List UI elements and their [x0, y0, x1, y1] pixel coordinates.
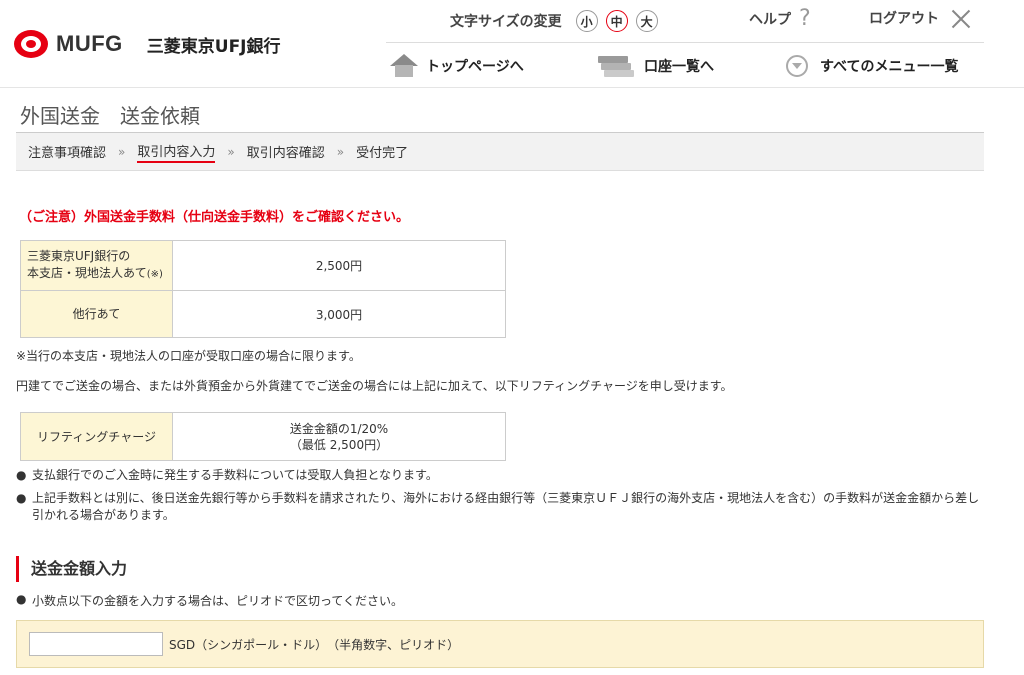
- nav-accounts-link[interactable]: 口座一覧へ: [598, 52, 714, 80]
- lifting-charge-note: 円建てでご送金の場合、または外貨預金から外貨建てでご送金の場合には上記に加えて、…: [16, 379, 733, 393]
- step-content-confirm: 取引内容確認: [246, 146, 325, 161]
- fee-bullets: ● 支払銀行でのご入金時に発生する手数料については受取人負担となります。 ● 上…: [16, 467, 986, 530]
- nav-home-label: トップページへ: [426, 59, 524, 75]
- fee-label-own-branch: 三菱東京UFJ銀行の 本支店・現地法人あて(※): [20, 240, 173, 291]
- step-separator: »: [227, 144, 235, 159]
- mufg-logo-mark-icon: [14, 30, 48, 58]
- fee-value-other-bank: 3,000円: [172, 290, 506, 338]
- step-separator: »: [336, 144, 345, 159]
- bullet-icon: ●: [16, 491, 27, 505]
- amount-input-area: SGD（シンガポール・ドル） （半角数字、ピリオド）: [16, 620, 984, 668]
- nav-divider: [386, 42, 984, 43]
- logout-label: ログアウト: [869, 11, 939, 27]
- nav-all-menu-label: すべてのメニュー一覧: [820, 59, 959, 75]
- page-title: 外国送金 送金依頼: [20, 104, 200, 128]
- table-row: 他行あて 3,000円: [20, 290, 506, 338]
- help-link[interactable]: ヘルプ ?: [749, 8, 811, 30]
- fee-label-line2: 本支店・現地法人あて: [27, 266, 147, 280]
- help-label: ヘルプ: [749, 12, 791, 28]
- bullet-text: 支払銀行でのご入金時に発生する手数料については受取人負担となります。: [32, 468, 438, 482]
- table-row: 三菱東京UFJ銀行の 本支店・現地法人あて(※) 2,500円: [20, 240, 506, 291]
- currency-suffix: SGD（シンガポール・ドル） （半角数字、ピリオド）: [169, 637, 460, 652]
- logout-link[interactable]: ログアウト: [869, 8, 971, 28]
- fee-table: 三菱東京UFJ銀行の 本支店・現地法人あて(※) 2,500円 他行あて 3,0…: [20, 240, 506, 338]
- lifting-charge-rate: 送金金額の1/20%: [289, 421, 389, 436]
- font-size-large-button[interactable]: 大: [635, 10, 658, 32]
- amount-instruction: ● 小数点以下の金額を入力する場合は、ピリオドで区切ってください。: [16, 592, 403, 609]
- chevron-down-circle-icon: [786, 55, 808, 77]
- fee-label-other-bank: 他行あて: [20, 290, 173, 338]
- font-size-control: 文字サイズの変更 小 中 大: [450, 8, 658, 34]
- table-row: リフティングチャージ 送金金額の1/20% （最低 2,500円）: [20, 412, 506, 461]
- lifting-charge-value: 送金金額の1/20% （最低 2,500円）: [172, 412, 506, 461]
- fee-footnote: ※当行の本支店・現地法人の口座が受取口座の場合に限ります。: [16, 349, 361, 363]
- bullet-text: 上記手数料とは別に、後日送金先銀行等から手数料を請求されたり、海外における経由銀…: [32, 491, 980, 522]
- logo-mufg-text: MUFG: [56, 31, 123, 56]
- step-notes-confirm: 注意事項確認: [28, 146, 107, 161]
- home-icon: [390, 54, 418, 78]
- logo-bank-name: 三菱東京UFJ銀行: [146, 36, 281, 57]
- nav-all-menu-link[interactable]: すべてのメニュー一覧: [786, 52, 958, 80]
- mufg-logo[interactable]: MUFG 三菱東京UFJ銀行: [14, 30, 281, 58]
- lifting-charge-minimum: （最低 2,500円）: [289, 437, 389, 452]
- nav-home-link[interactable]: トップページへ: [390, 52, 524, 80]
- fee-label-line1: 三菱東京UFJ銀行の: [27, 249, 131, 263]
- amount-input[interactable]: [29, 632, 163, 656]
- list-item: ● 支払銀行でのご入金時に発生する手数料については受取人負担となります。: [16, 467, 986, 484]
- step-complete: 受付完了: [356, 146, 409, 161]
- amount-instruction-text: 小数点以下の金額を入力する場合は、ピリオドで区切ってください。: [32, 594, 404, 608]
- site-header: MUFG 三菱東京UFJ銀行 文字サイズの変更 小 中 大 ヘルプ ? ログアウ…: [0, 0, 1024, 88]
- list-item: ● 上記手数料とは別に、後日送金先銀行等から手数料を請求されたり、海外における経…: [16, 490, 986, 524]
- step-input-current: 取引内容入力: [137, 141, 216, 163]
- lifting-charge-table: リフティングチャージ 送金金額の1/20% （最低 2,500円）: [20, 412, 506, 461]
- accounts-list-icon: [598, 54, 634, 78]
- bullet-icon: ●: [16, 592, 27, 606]
- progress-steps: 注意事項確認 » 取引内容入力 » 取引内容確認 » 受付完了: [16, 133, 984, 171]
- font-size-label: 文字サイズの変更: [450, 14, 562, 30]
- font-size-small-button[interactable]: 小: [575, 10, 598, 32]
- amount-section-heading: 送金金額入力: [16, 556, 127, 582]
- step-separator: »: [118, 144, 126, 159]
- fee-notice: （ご注意）外国送金手数料（仕向送金手数料）をご確認ください。: [19, 210, 410, 225]
- lifting-charge-label: リフティングチャージ: [20, 412, 173, 461]
- close-icon: [951, 8, 971, 28]
- nav-accounts-label: 口座一覧へ: [644, 59, 714, 75]
- bullet-icon: ●: [16, 468, 27, 482]
- help-question-icon: ?: [799, 6, 811, 31]
- font-size-medium-button[interactable]: 中: [605, 10, 628, 32]
- fee-value-own-branch: 2,500円: [172, 240, 506, 291]
- fee-label-mark: (※): [146, 269, 163, 280]
